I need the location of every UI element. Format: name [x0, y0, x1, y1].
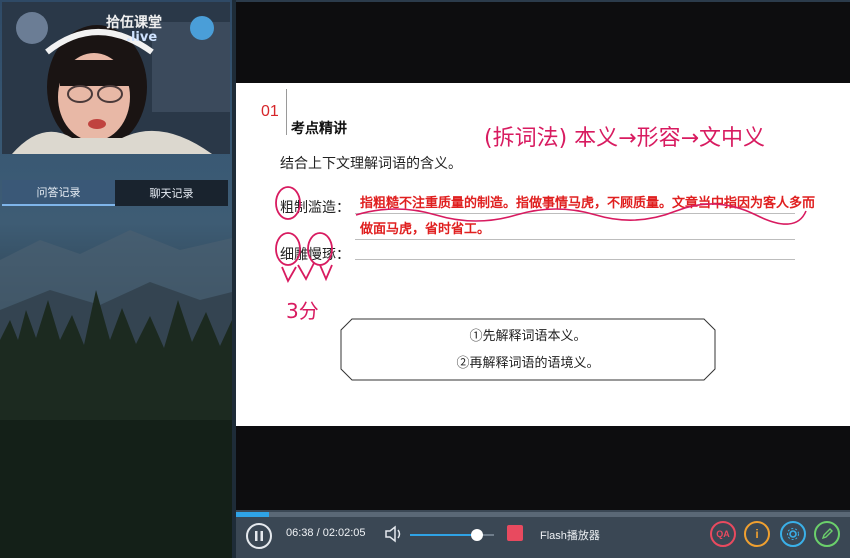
handwritten-score: 3分: [286, 299, 319, 323]
qa-icon[interactable]: QA: [710, 521, 736, 547]
record-tabs: 问答记录 聊天记录: [2, 180, 228, 206]
volume-fill: [410, 534, 478, 536]
pause-button[interactable]: [246, 523, 272, 549]
progress-fill: [236, 512, 270, 517]
slide-number: 01: [261, 103, 279, 120]
volume-icon[interactable]: [384, 525, 404, 543]
info-icon-text: i: [755, 527, 759, 541]
term-answer-1: 指粗糙不注重质量的制造。指做事情马虎，不顾质量。文章当中指因为客人多而做面马虎，…: [360, 196, 816, 237]
mountain-background: [0, 230, 232, 558]
logo-text: 拾伍课堂: [106, 15, 162, 31]
flash-player-icon[interactable]: [507, 525, 523, 541]
tab-chat-label: 聊天记录: [149, 187, 194, 200]
teacher-webcam: 拾伍课堂 .live: [2, 2, 230, 154]
answer-line-2: [355, 259, 795, 260]
term-label-1: 粗制滥造：: [280, 200, 350, 216]
platform-logo: 拾伍课堂 .live: [8, 8, 218, 48]
tab-qa-label: 问答记录: [36, 186, 81, 199]
tab-qa-records[interactable]: 问答记录: [2, 180, 115, 206]
term-label-2: 细雕慢琢：: [280, 247, 350, 263]
side-panel: 拾伍课堂 .live 问答记录 聊天记录: [0, 0, 232, 558]
slide-title: 考点精讲: [291, 121, 347, 137]
pause-icon: [255, 531, 263, 541]
flash-player-label[interactable]: Flash播放器: [540, 527, 600, 543]
slide-instruction: 结合上下文理解词语的含义。: [280, 156, 462, 172]
lesson-slide: 01 考点精讲 结合上下文理解词语的含义。 粗制滥造： 指粗糙不注重质量的制造。…: [236, 83, 850, 426]
pen-icon[interactable]: [814, 521, 840, 547]
info-icon[interactable]: i: [744, 521, 770, 547]
qa-icon-text: QA: [716, 529, 730, 539]
progress-bar[interactable]: [236, 512, 850, 517]
time-display: 06:38 / 02:02:05: [286, 527, 366, 539]
settings-icon[interactable]: [780, 521, 806, 547]
volume-knob[interactable]: [471, 529, 484, 541]
player-controls: 06:38 / 02:02:05 Flash播放器 QA i: [236, 510, 850, 558]
method-step-1: ①先解释词语本义。: [469, 329, 587, 344]
handwritten-note: (拆词法) 本义→形容→文中义: [484, 126, 765, 151]
volume-slider[interactable]: [410, 529, 494, 541]
method-step-2: ②再解释词语的语境义。: [456, 356, 600, 371]
gear-icon: [787, 528, 799, 540]
tab-chat-records[interactable]: 聊天记录: [115, 180, 228, 206]
video-top-border: [236, 0, 850, 2]
logo-sub: .live: [126, 30, 158, 45]
slide-divider: [286, 89, 287, 135]
video-area: 01 考点精讲 结合上下文理解词语的含义。 粗制滥造： 指粗糙不注重质量的制造。…: [236, 0, 850, 510]
pencil-icon: [821, 528, 833, 540]
